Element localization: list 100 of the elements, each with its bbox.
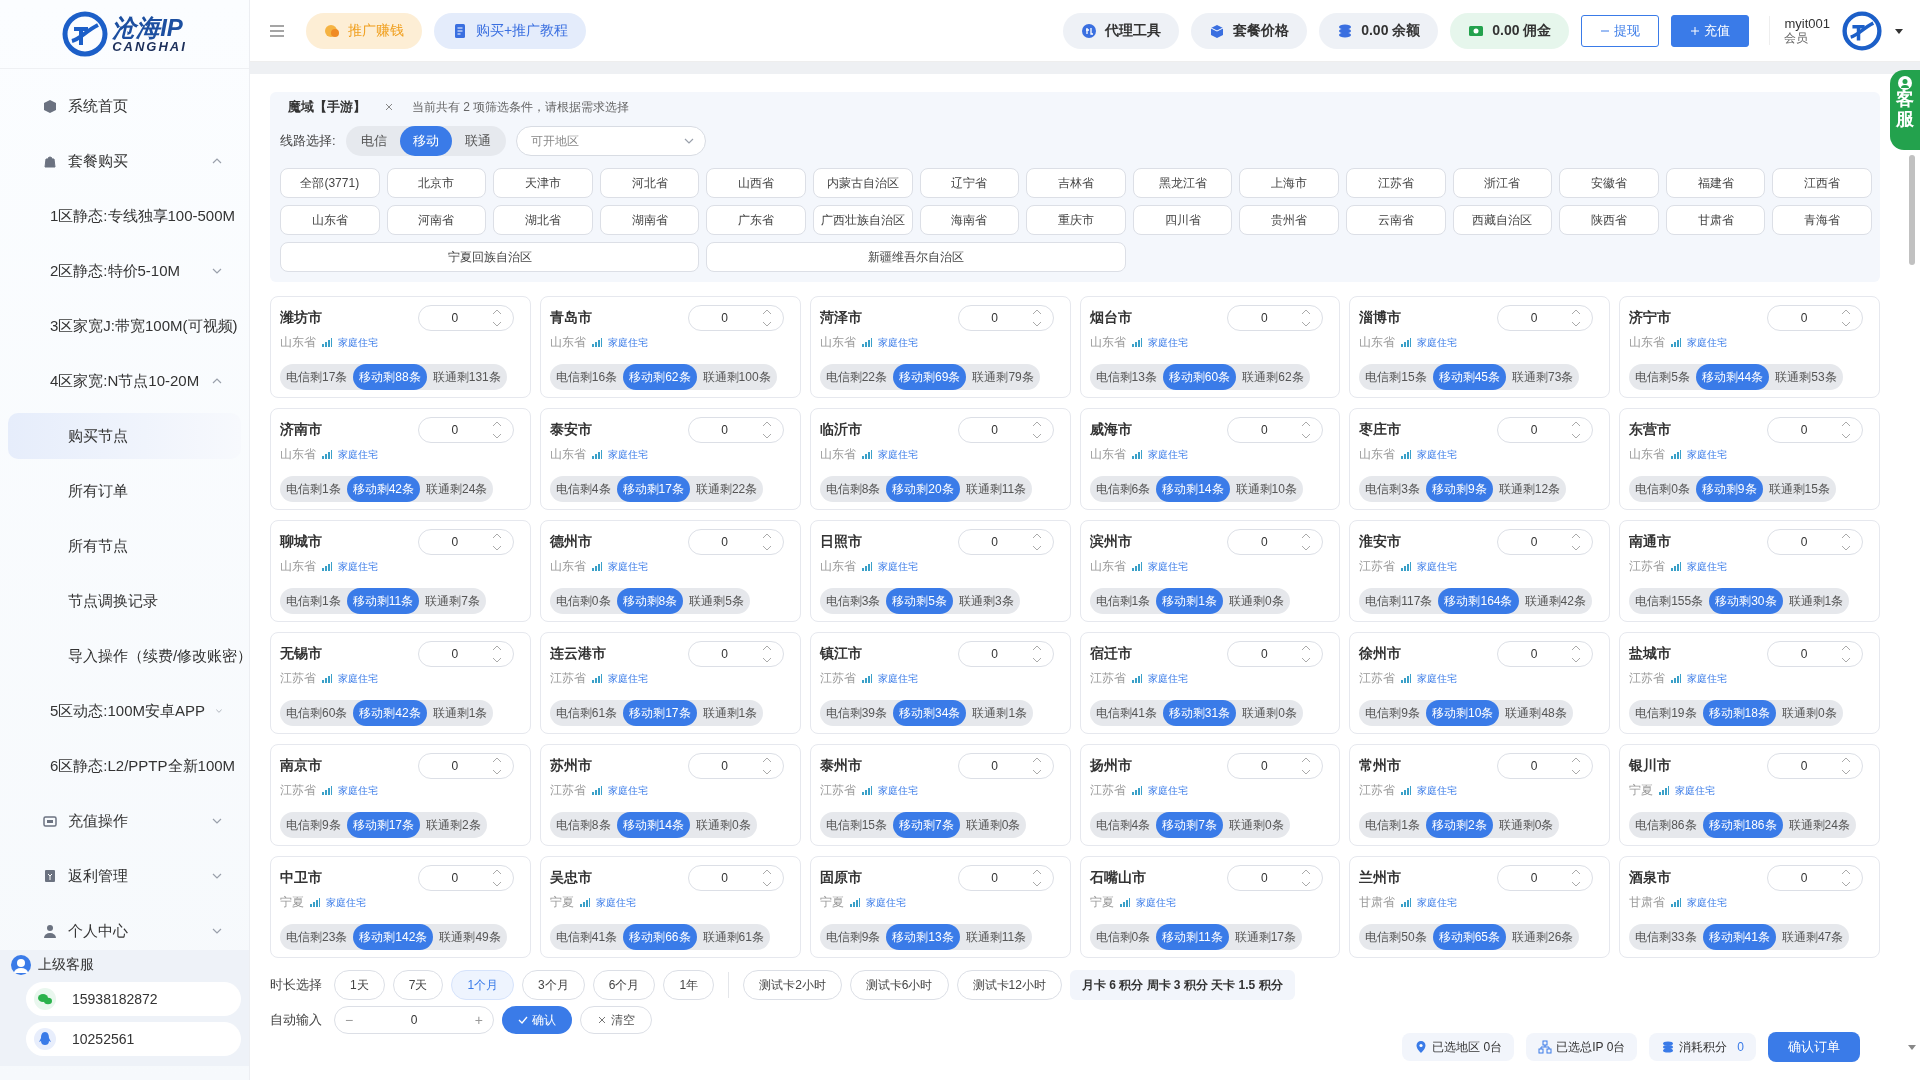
spinner-arrows-icon[interactable] <box>760 531 773 553</box>
carrier-option[interactable]: 联通剩2条 <box>420 812 487 838</box>
carrier-option[interactable]: 电信剩60条 <box>280 700 354 726</box>
carrier-option[interactable]: 联通剩15条 <box>1762 476 1836 502</box>
carrier-option[interactable]: 移动剩11条 <box>1156 924 1229 950</box>
carrier-option[interactable]: 联通剩11条 <box>959 476 1033 502</box>
region-chip[interactable]: 上海市 <box>1239 168 1339 198</box>
carrier-option[interactable]: 联通剩11条 <box>959 924 1033 950</box>
carrier-option[interactable]: 移动剩65条 <box>1432 924 1507 950</box>
spinner-arrows-icon[interactable] <box>1570 755 1583 777</box>
sidebar-item[interactable]: 返利管理 <box>8 853 241 899</box>
carrier-option[interactable]: 电信剩61条 <box>549 700 624 726</box>
spinner-arrows-icon[interactable] <box>1300 643 1313 665</box>
spinner-arrows-icon[interactable] <box>760 643 773 665</box>
spinner-arrows-icon[interactable] <box>1840 755 1852 777</box>
carrier-option[interactable]: 联通剩24条 <box>420 476 494 502</box>
region-chip[interactable]: 吉林省 <box>1026 168 1126 198</box>
spinner-arrows-icon[interactable] <box>760 307 773 329</box>
carrier-option[interactable]: 联通剩5条 <box>683 588 750 614</box>
carrier-option[interactable]: 联通剩0条 <box>1222 588 1290 614</box>
carrier-option[interactable]: 联通剩1条 <box>426 700 494 726</box>
carrier-option[interactable]: 电信剩1条 <box>1359 812 1426 838</box>
carrier-option[interactable]: 移动剩5条 <box>886 588 954 614</box>
region-chip[interactable]: 陕西省 <box>1559 205 1659 235</box>
carrier-option[interactable]: 移动剩164条 <box>1438 588 1519 614</box>
region-chip[interactable]: 北京市 <box>386 168 487 198</box>
sidebar-item[interactable]: 充值操作 <box>8 798 241 844</box>
carrier-option[interactable]: 移动剩69条 <box>893 364 967 390</box>
carrier-option[interactable]: 电信剩9条 <box>280 812 347 838</box>
region-chip[interactable]: 青海省 <box>1772 205 1872 235</box>
carrier-option[interactable]: 电信剩17条 <box>280 364 354 390</box>
region-chip[interactable]: 浙江省 <box>1452 168 1553 198</box>
carrier-option[interactable]: 电信剩117条 <box>1359 588 1439 614</box>
submit-order-button[interactable]: 确认订单 <box>1768 1032 1860 1062</box>
spinner-arrows-icon[interactable] <box>490 531 503 553</box>
sidebar-item[interactable]: 节点调换记录 <box>8 578 241 624</box>
spinner-arrows-icon[interactable] <box>1570 867 1583 889</box>
region-chip[interactable]: 福建省 <box>1665 168 1766 198</box>
clear-button[interactable]: 清空 <box>580 1006 652 1034</box>
carrier-option[interactable]: 联通剩22条 <box>689 476 764 502</box>
carrier-option[interactable]: 电信剩4条 <box>1089 812 1157 838</box>
region-chip[interactable]: 河北省 <box>599 168 700 198</box>
region-chip[interactable]: 江苏省 <box>1346 168 1446 198</box>
spinner-arrows-icon[interactable] <box>1300 307 1313 329</box>
carrier-option[interactable]: 移动剩34条 <box>893 700 967 726</box>
carrier-option[interactable]: 联通剩0条 <box>959 812 1027 838</box>
carrier-option[interactable]: 电信剩39条 <box>819 700 893 726</box>
carrier-option[interactable]: 移动剩2条 <box>1426 812 1493 838</box>
region-chip[interactable]: 云南省 <box>1346 205 1446 235</box>
spinner-arrows-icon[interactable] <box>1030 755 1043 777</box>
carrier-option[interactable]: 联通剩10条 <box>1229 476 1303 502</box>
spinner-arrows-icon[interactable] <box>490 643 503 665</box>
duration-option[interactable]: 1年 <box>663 970 715 1000</box>
region-chip[interactable]: 山东省 <box>280 205 380 235</box>
sidebar-item[interactable]: 套餐购买 <box>8 138 241 184</box>
region-chip[interactable]: 湖北省 <box>493 205 593 235</box>
carrier-option[interactable]: 电信剩8条 <box>549 812 617 838</box>
duration-option[interactable]: 6个月 <box>592 970 656 1000</box>
carrier-option[interactable]: 电信剩4条 <box>549 476 617 502</box>
spinner-arrows-icon[interactable] <box>1570 419 1583 441</box>
spinner-arrows-icon[interactable] <box>1300 531 1313 553</box>
region-chip[interactable]: 西藏自治区 <box>1452 205 1553 235</box>
carrier-option[interactable]: 移动剩8条 <box>616 588 684 614</box>
region-chip[interactable]: 四川省 <box>1132 205 1233 235</box>
duration-option[interactable]: 1个月 <box>451 970 515 1000</box>
sidebar-item[interactable]: 4区家宽:N节点10-20M <box>8 358 241 404</box>
sidebar-item[interactable]: 1区静态:专线独享100-500M <box>8 193 241 239</box>
spinner-arrows-icon[interactable] <box>1840 531 1852 553</box>
prices-button[interactable]: 套餐价格 <box>1191 12 1308 49</box>
carrier-option[interactable]: 联通剩49条 <box>433 924 507 950</box>
carrier-option[interactable]: 联通剩131条 <box>426 364 507 390</box>
carrier-option[interactable]: 电信剩1条 <box>1089 588 1157 614</box>
carrier-option[interactable]: 移动剩9条 <box>1695 476 1763 502</box>
carrier-option[interactable]: 移动剩11条 <box>346 588 420 614</box>
carrier-option[interactable]: 移动剩14条 <box>616 812 690 838</box>
region-chip[interactable]: 江西省 <box>1772 168 1872 198</box>
region-chip[interactable]: 广西壮族自治区 <box>813 205 913 235</box>
duration-option[interactable]: 7天 <box>392 970 444 1000</box>
carrier-option[interactable]: 移动剩62条 <box>623 364 697 390</box>
sidebar-item[interactable]: 6区静态:L2/PPTP全新100M <box>8 743 241 789</box>
carrier-option[interactable]: 联通剩47条 <box>1775 924 1850 950</box>
trial-option[interactable]: 测试卡2小时 <box>743 970 842 1000</box>
spinner-arrows-icon[interactable] <box>1030 867 1043 889</box>
carrier-option[interactable]: 移动剩186条 <box>1702 812 1783 838</box>
spinner-arrows-icon[interactable] <box>1840 867 1852 889</box>
carrier-option[interactable]: 电信剩13条 <box>1089 364 1163 390</box>
sidebar-item[interactable]: 系统首页 <box>8 83 241 129</box>
carrier-option[interactable]: 电信剩16条 <box>549 364 624 390</box>
agent-tools-button[interactable]: 代理工具 <box>1063 12 1180 49</box>
carrier-option[interactable]: 电信剩0条 <box>549 588 617 614</box>
carrier-option[interactable]: 联通剩7条 <box>419 588 486 614</box>
carrier-option[interactable]: 电信剩9条 <box>819 924 887 950</box>
carrier-option[interactable]: 移动剩30条 <box>1709 588 1783 614</box>
region-chip[interactable]: 新疆维吾尔自治区 <box>706 242 1126 272</box>
carrier-option[interactable]: 移动剩17条 <box>623 700 697 726</box>
carrier-option[interactable]: 联通剩1条 <box>966 700 1034 726</box>
region-chip[interactable]: 宁夏回族自治区 <box>280 242 700 272</box>
carrier-option[interactable]: 联通剩100条 <box>696 364 777 390</box>
carrier-option[interactable]: 联通剩0条 <box>689 812 757 838</box>
carrier-option[interactable]: 联通剩1条 <box>1782 588 1850 614</box>
